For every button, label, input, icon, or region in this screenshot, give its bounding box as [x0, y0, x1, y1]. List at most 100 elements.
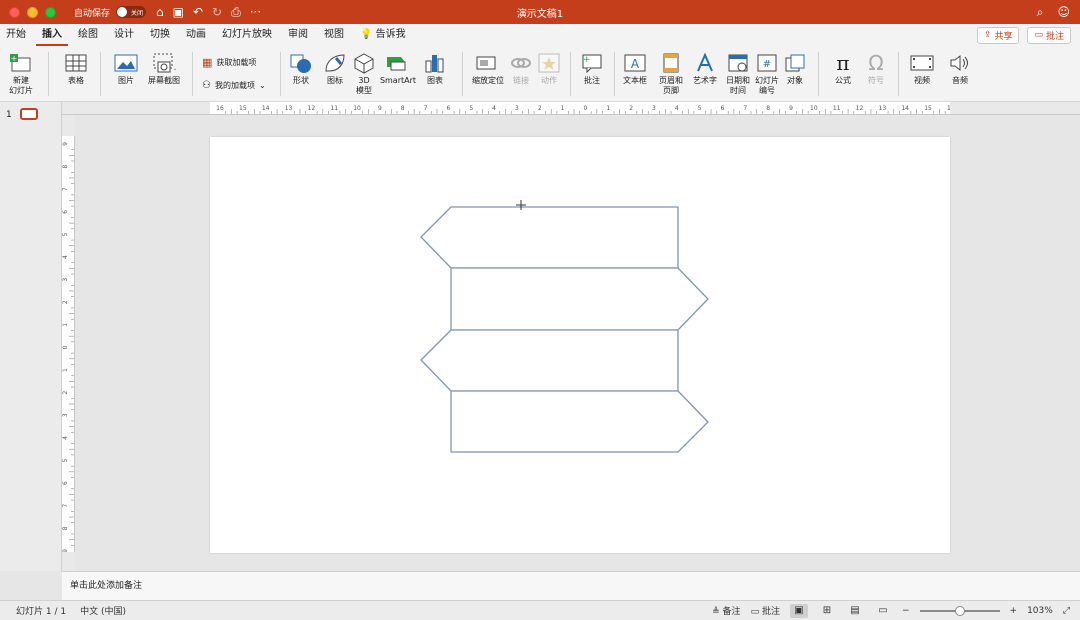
arrow-shape-3[interactable] [420, 329, 679, 392]
tab-review[interactable]: 审阅 [282, 24, 314, 46]
zoom-slider-thumb[interactable] [954, 605, 965, 616]
tab-insert[interactable]: 插入 [36, 24, 68, 46]
equation-button[interactable]: π 公式 [826, 50, 860, 86]
shapes-label: 形状 [293, 76, 309, 85]
omega-icon: Ω [868, 51, 884, 75]
zoom-slider[interactable] [919, 605, 1000, 616]
smartart-button[interactable]: SmartArt [378, 50, 418, 86]
autosave-state: 关闭 [131, 9, 144, 17]
ruler-tick-label: 5 [62, 232, 69, 236]
ribbon-tabs: 开始 插入 绘图 设计 切换 动画 幻灯片放映 审阅 视图 💡 告诉我 ⇪ 共享 … [0, 24, 1080, 46]
tab-tell-me[interactable]: 💡 告诉我 [354, 24, 412, 46]
link-button[interactable]: 链接 [508, 50, 534, 86]
datetime-button[interactable]: 日期和 时间 [724, 50, 752, 96]
audio-button[interactable]: 音频 [942, 50, 978, 86]
ruler-tick-label: 7 [62, 504, 69, 508]
video-button[interactable]: 视频 [904, 50, 940, 86]
arrow-shape-1[interactable] [420, 206, 679, 269]
tab-home[interactable]: 开始 [0, 24, 32, 46]
notes-toggle-button[interactable]: ≜ 备注 [712, 604, 740, 617]
comments-toggle-button[interactable]: ▭ 批注 [751, 604, 780, 617]
tab-slideshow[interactable]: 幻灯片放映 [216, 24, 278, 46]
tab-view[interactable]: 视图 [318, 24, 350, 46]
minimize-window-button[interactable] [27, 6, 38, 18]
fit-to-window-icon[interactable]: ⤢ [1063, 606, 1070, 616]
tab-animations[interactable]: 动画 [180, 24, 212, 46]
close-window-button[interactable] [9, 6, 20, 18]
slide-sorter-icon: ⊞ [822, 605, 832, 616]
arrow-shape-2[interactable] [450, 267, 709, 331]
normal-view-button[interactable]: ▣ [789, 603, 808, 618]
undo-icon[interactable]: ↶ [193, 5, 203, 19]
zoom-out-button[interactable]: − [902, 606, 910, 616]
header-footer-icon [654, 50, 688, 76]
insert-comment-button[interactable]: + 批注 [578, 50, 606, 86]
symbol-button[interactable]: Ω 符号 [862, 50, 890, 86]
svg-text:+: + [583, 55, 591, 65]
my-addins-button[interactable]: ⚇ 我的加载项 ⌄ [202, 80, 266, 91]
store-icon: ▦ [202, 56, 213, 69]
chart-button[interactable]: 图表 [420, 50, 450, 86]
picture-button[interactable]: 图片 [108, 50, 144, 86]
ruler-tick-label: 4 [62, 255, 69, 259]
tab-design[interactable]: 设计 [108, 24, 140, 46]
search-icon[interactable]: ⌕ [1037, 5, 1044, 20]
zoom-window-button[interactable] [45, 6, 56, 18]
ruler-tick-label: 6 [62, 210, 69, 214]
home-icon[interactable]: ⌂ [156, 5, 164, 19]
ruler-tick-label: 14 [901, 105, 909, 112]
3d-models-button[interactable]: 3D 模型 [350, 50, 378, 96]
header-footer-button[interactable]: 页眉和 页脚 [654, 50, 688, 96]
shapes-button[interactable]: 形状 [286, 50, 316, 86]
notes-pane[interactable]: 单击此处添加备注 [62, 571, 1080, 600]
ribbon-insert: + 新建 幻灯片 表格 图片 + 屏幕截图 ▦获取加载项 ⚇我的加载项⌄ 形状 … [0, 46, 1080, 102]
audio-label: 音频 [952, 76, 968, 85]
object-button[interactable]: 对象 [782, 50, 808, 86]
textbox-button[interactable]: A 文本框 [620, 50, 650, 86]
link-icon [508, 50, 534, 76]
more-icon[interactable]: ··· [250, 5, 261, 19]
share-button[interactable]: ⇪ 共享 [976, 26, 1020, 44]
save-icon[interactable]: ▣ [173, 5, 184, 19]
get-addins-button[interactable]: ▦ 获取加载项 [202, 56, 256, 69]
get-addins-label: 获取加载项 [216, 58, 257, 67]
comments-button[interactable]: ▭ 批注 [1027, 26, 1071, 44]
action-button[interactable]: 动作 [536, 50, 562, 86]
svg-text:+: + [11, 54, 18, 63]
zoom-locate-button[interactable]: 缩放定位 [468, 50, 508, 86]
icons-label: 图标 [327, 76, 343, 85]
tab-transitions[interactable]: 切换 [144, 24, 176, 46]
screenshot-button[interactable]: + 屏幕截图 [146, 50, 182, 86]
ruler-tick-label: 5 [698, 105, 702, 112]
vertical-ruler[interactable]: 9 8 7 6 5 4 3 2 1 0 1 2 3 4 5 6 7 8 9 [62, 136, 75, 569]
ruler-tick-label: 9 [62, 549, 69, 552]
print-preview-icon[interactable]: ⎙ [231, 5, 241, 20]
zoom-level[interactable]: 103% [1027, 606, 1053, 616]
slide-sorter-button[interactable]: ⊞ [818, 604, 836, 618]
icons-button[interactable]: 图标 [320, 50, 350, 86]
textbox-icon: A [620, 50, 650, 76]
slideshow-button[interactable]: ▭ [874, 604, 892, 618]
slide-thumbnail-pane: 1 [0, 102, 62, 571]
account-icon[interactable]: ☺ [1057, 5, 1070, 20]
language-indicator[interactable]: 中文 (中国) [80, 604, 126, 617]
ruler-tick-label: 6 [62, 481, 69, 485]
new-slide-button[interactable]: + 新建 幻灯片 [6, 50, 36, 96]
autosave-toggle[interactable]: 关闭 [116, 6, 147, 18]
zoom-in-button[interactable]: + [1010, 606, 1018, 616]
slide-number-button[interactable]: # 幻灯片 编号 [752, 50, 782, 96]
horizontal-ruler[interactable]: 16 15 14 13 12 11 10 9 8 7 6 5 4 3 2 1 0 1 2 3 4 5 6 7 8 9 10 11 12 1… [210, 102, 969, 115]
object-icon [782, 50, 808, 76]
ruler-tick-label: 13 [285, 105, 293, 112]
slide-thumbnail[interactable] [20, 108, 38, 120]
redo-icon[interactable]: ↻ [212, 5, 222, 19]
wordart-button[interactable]: 艺术字 [690, 50, 720, 86]
ruler-tick-label: 1 [606, 105, 610, 112]
slide-canvas[interactable] [210, 137, 950, 553]
table-button[interactable]: 表格 [58, 50, 94, 86]
reading-view-button[interactable]: ▤ [846, 604, 864, 618]
ruler-tick-label: 13 [879, 105, 887, 112]
arrow-shape-4[interactable] [450, 390, 709, 453]
comments-toggle-label: 批注 [761, 607, 780, 617]
tab-draw[interactable]: 绘图 [72, 24, 104, 46]
